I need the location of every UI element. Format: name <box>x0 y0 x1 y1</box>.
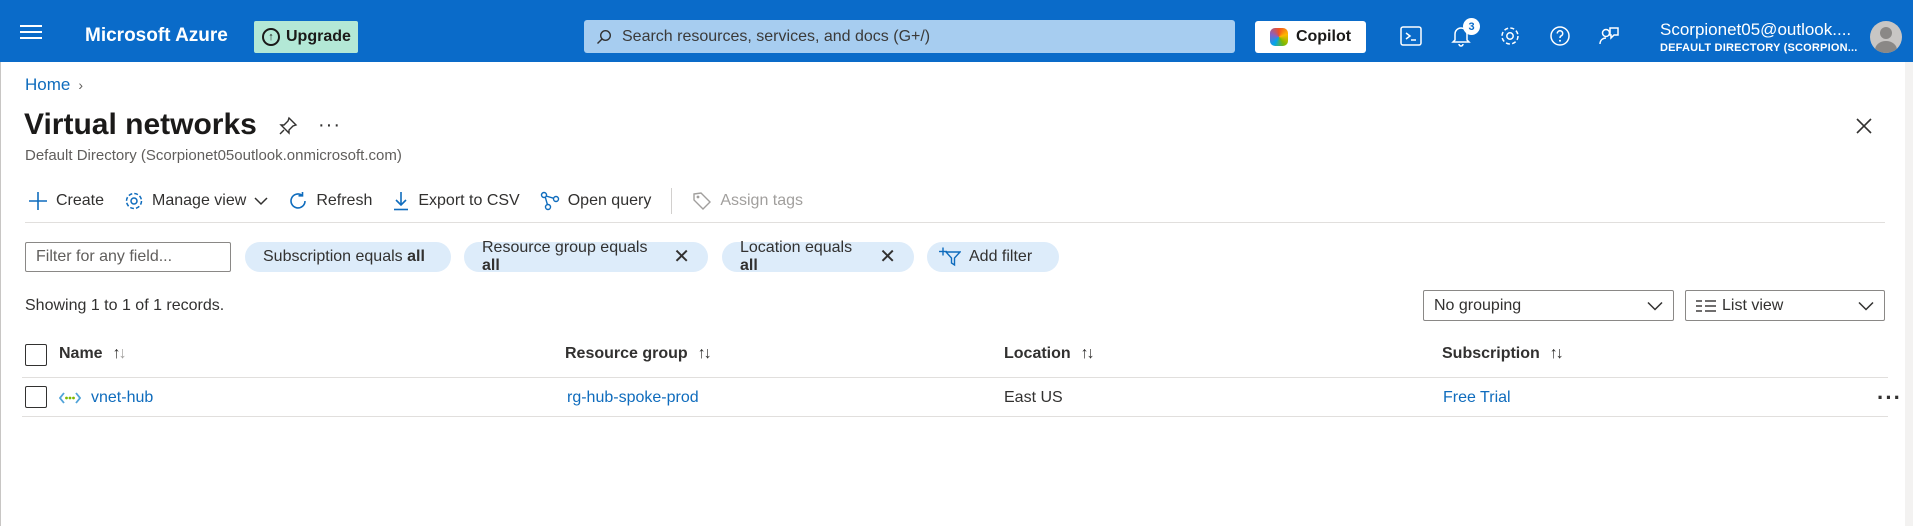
divider <box>25 222 1885 223</box>
add-filter-icon <box>939 247 961 267</box>
search-input[interactable] <box>622 27 1202 46</box>
manage-view-label: Manage view <box>152 192 247 209</box>
sort-icon: ↑↓ <box>697 345 712 362</box>
resource-group-filter-pill[interactable]: Resource group equals all ✕ <box>464 239 708 274</box>
header-divider <box>22 377 1888 378</box>
location-cell: East US <box>1004 389 1063 406</box>
scroll-track[interactable] <box>1905 62 1913 526</box>
grouping-value: No grouping <box>1434 296 1522 314</box>
export-csv-label: Export to CSV <box>418 192 520 209</box>
vnet-name-link[interactable]: vnet-hub <box>91 389 153 407</box>
subscription-link[interactable]: Free Trial <box>1443 389 1511 407</box>
records-count: Showing 1 to 1 of 1 records. <box>25 297 225 314</box>
sort-icon: ↑↓ <box>1080 345 1095 362</box>
notification-badge: 3 <box>1463 18 1480 35</box>
row-more-icon[interactable]: ··· <box>1877 385 1902 411</box>
column-header-location-label: Location <box>1004 345 1071 362</box>
grouping-dropdown[interactable]: No grouping <box>1423 290 1674 321</box>
avatar[interactable] <box>1870 21 1902 53</box>
page-subtitle: Default Directory (Scorpionet05outlook.o… <box>25 147 402 164</box>
close-icon[interactable] <box>1855 117 1873 140</box>
create-label: Create <box>56 192 105 209</box>
refresh-button[interactable]: Refresh <box>288 191 372 211</box>
search-icon <box>597 29 612 44</box>
breadcrumb-home[interactable]: Home <box>25 75 70 95</box>
view-value: List view <box>1722 296 1784 314</box>
manage-view-button[interactable]: Manage view <box>124 191 268 211</box>
page-title: Virtual networks <box>24 108 257 141</box>
close-icon[interactable]: ✕ <box>879 247 896 267</box>
open-query-button[interactable]: Open query <box>540 191 652 211</box>
column-header-subscription-label: Subscription <box>1442 345 1540 362</box>
gear-icon[interactable] <box>1498 24 1522 48</box>
subscription-filter-pill[interactable]: Subscription equals all <box>245 242 451 272</box>
help-icon[interactable] <box>1548 24 1572 48</box>
subscription-filter-label: Subscription equals all <box>263 248 425 265</box>
list-view-icon <box>1696 299 1716 312</box>
select-all-checkbox[interactable] <box>25 344 47 366</box>
account-info[interactable]: Scorpionet05@outlook.... DEFAULT DIRECTO… <box>1660 20 1858 54</box>
cloud-shell-icon[interactable] <box>1399 24 1423 48</box>
gear-icon <box>125 192 143 210</box>
table-row: vnet-hub <box>59 389 153 407</box>
upgrade-label: Upgrade <box>286 28 351 45</box>
assign-tags-button[interactable]: Assign tags <box>692 191 803 211</box>
top-bar: Microsoft Azure ↑ Upgrade Copilot 3 Scor… <box>0 0 1913 62</box>
sort-icon: ↑↓ <box>1549 345 1564 362</box>
create-button[interactable]: Create <box>28 191 104 211</box>
column-header-subscription[interactable]: Subscription ↑↓ <box>1442 345 1564 363</box>
brand-title[interactable]: Microsoft Azure <box>85 25 228 47</box>
page-border <box>0 62 1 526</box>
plus-icon <box>29 192 47 210</box>
close-icon[interactable]: ✕ <box>673 247 690 267</box>
copilot-label: Copilot <box>1295 28 1352 45</box>
add-filter-button[interactable]: Add filter <box>927 242 1059 272</box>
column-header-name[interactable]: Name ↑↓ <box>59 345 127 363</box>
assign-tags-label: Assign tags <box>720 192 804 209</box>
column-header-resource-group[interactable]: Resource group ↑↓ <box>565 345 712 363</box>
upgrade-icon: ↑ <box>262 28 280 46</box>
chevron-down-icon <box>254 197 268 206</box>
search-box[interactable] <box>584 20 1235 53</box>
row-checkbox[interactable] <box>25 386 47 408</box>
chevron-down-icon <box>1858 301 1874 311</box>
row-divider <box>22 416 1888 417</box>
add-filter-label: Add filter <box>969 248 1033 265</box>
sort-ascending-icon: ↑↓ <box>112 345 127 362</box>
account-user: Scorpionet05@outlook.... <box>1660 20 1852 39</box>
toolbar-divider <box>671 188 673 214</box>
chevron-down-icon <box>1647 301 1663 311</box>
view-dropdown[interactable]: List view <box>1685 290 1885 321</box>
pin-icon[interactable] <box>278 116 298 141</box>
column-header-name-label: Name <box>59 345 103 362</box>
resource-group-filter-label: Resource group equals all <box>482 239 648 274</box>
copilot-button[interactable]: Copilot <box>1255 21 1366 53</box>
account-directory: DEFAULT DIRECTORY (SCORPION... <box>1660 42 1858 54</box>
column-header-location[interactable]: Location ↑↓ <box>1004 345 1095 363</box>
command-bar: Create Manage view Refresh Export to CSV… <box>28 188 823 214</box>
download-icon <box>394 192 409 211</box>
virtual-network-icon <box>59 392 81 404</box>
feedback-icon[interactable] <box>1597 24 1621 48</box>
tag-icon <box>693 192 712 210</box>
export-csv-button[interactable]: Export to CSV <box>392 191 520 211</box>
upgrade-button[interactable]: ↑ Upgrade <box>254 21 358 53</box>
menu-icon[interactable] <box>20 25 42 39</box>
refresh-icon <box>290 192 307 209</box>
column-header-resource-group-label: Resource group <box>565 345 688 362</box>
open-query-label: Open query <box>567 192 652 209</box>
location-filter-pill[interactable]: Location equals all ✕ <box>722 239 914 274</box>
filter-input[interactable] <box>25 242 231 272</box>
resource-group-link[interactable]: rg-hub-spoke-prod <box>567 389 699 407</box>
copilot-icon <box>1269 28 1288 46</box>
breadcrumb: Home › <box>25 75 83 95</box>
location-filter-label: Location equals all <box>740 239 853 274</box>
chevron-right-icon: › <box>78 77 84 93</box>
more-options-icon[interactable]: ··· <box>318 114 341 137</box>
query-icon <box>540 191 559 211</box>
refresh-label: Refresh <box>316 192 373 209</box>
